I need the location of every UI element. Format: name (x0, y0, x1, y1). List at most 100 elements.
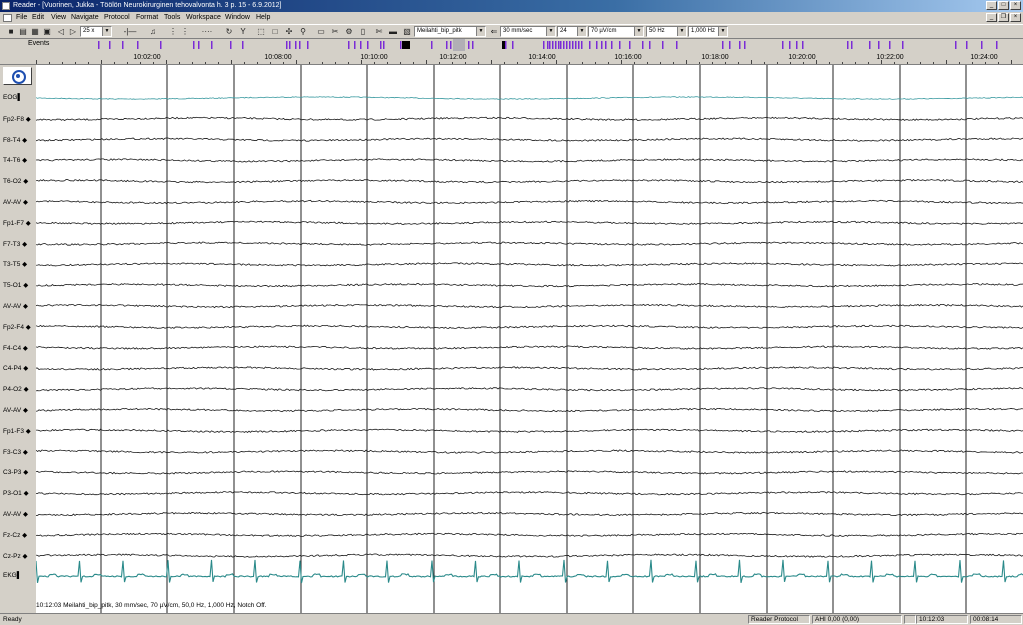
event-marker[interactable] (360, 41, 362, 49)
event-marker[interactable] (160, 41, 162, 49)
event-marker[interactable] (547, 41, 549, 49)
event-marker[interactable] (348, 41, 350, 49)
event-marker[interactable] (543, 41, 545, 49)
menu-file[interactable]: File (16, 12, 27, 24)
event-marker[interactable] (902, 41, 904, 49)
event-marker[interactable] (407, 41, 410, 49)
event-marker[interactable] (383, 41, 385, 49)
event-marker[interactable] (581, 41, 583, 49)
channel-label[interactable]: C3-P3 ◆ (3, 468, 28, 476)
previous-page-icon[interactable]: ◁ (56, 27, 66, 37)
close-button[interactable]: × (1010, 1, 1021, 10)
event-marker[interactable] (619, 41, 621, 49)
event-marker[interactable] (796, 41, 798, 49)
event-selection-marker[interactable] (453, 39, 465, 51)
channel-label[interactable]: EKG▌ (3, 572, 21, 579)
channel-label[interactable]: AV-AV ◆ (3, 198, 28, 206)
event-marker[interactable] (649, 41, 651, 49)
channel-label[interactable]: Fp1-F7 ◆ (3, 219, 31, 227)
rectangle-icon[interactable]: □ (270, 27, 280, 37)
copy-icon[interactable]: ▣ (42, 27, 52, 37)
montage-select[interactable]: Meilahti_bip_pitk ▼ (414, 26, 486, 37)
print-preview-icon[interactable]: ▦ (30, 27, 40, 37)
next-page-icon[interactable]: ▷ (68, 27, 78, 37)
event-marker[interactable] (299, 41, 301, 49)
event-marker[interactable] (193, 41, 195, 49)
minimize-button[interactable]: _ (986, 1, 997, 10)
event-marker[interactable] (611, 41, 613, 49)
cut-icon[interactable]: ✄ (374, 27, 384, 37)
event-marker[interactable] (878, 41, 880, 49)
sensitivity-select[interactable]: 70 µV/cm ▼ (588, 26, 644, 37)
event-marker[interactable] (552, 41, 554, 49)
montage-navigator-button[interactable] (3, 67, 32, 85)
event-marker[interactable] (596, 41, 598, 49)
menu-protocol[interactable]: Protocol (104, 12, 130, 24)
event-marker[interactable] (198, 41, 200, 49)
channel-label[interactable]: F4-C4 ◆ (3, 344, 28, 352)
event-marker[interactable] (555, 41, 557, 49)
event-marker[interactable] (662, 41, 664, 49)
menu-navigate[interactable]: Navigate (71, 12, 99, 24)
menu-view[interactable]: View (51, 12, 66, 24)
event-marker[interactable] (230, 41, 232, 49)
event-marker[interactable] (981, 41, 983, 49)
menu-workspace[interactable]: Workspace (186, 12, 221, 24)
event-marker[interactable] (122, 41, 124, 49)
channel-label[interactable]: Cz-Pz ◆ (3, 552, 28, 560)
document-icon[interactable]: ▯ (358, 27, 368, 37)
channel-label[interactable]: AV-AV ◆ (3, 510, 28, 518)
dots-icon[interactable]: ···· (194, 27, 220, 37)
event-marker[interactable] (955, 41, 957, 49)
menu-help[interactable]: Help (256, 12, 270, 24)
event-marker[interactable] (572, 41, 574, 49)
event-marker[interactable] (289, 41, 291, 49)
undo-icon[interactable]: ↻ (224, 27, 234, 37)
document-icon[interactable] (3, 14, 12, 22)
menu-edit[interactable]: Edit (32, 12, 44, 24)
lowpass-select[interactable]: 50 Hz ▼ (646, 26, 687, 37)
tools-icon[interactable]: ✂ (330, 27, 340, 37)
arrow-left-icon[interactable]: ⇐ (489, 27, 499, 37)
channel-label[interactable]: AV-AV ◆ (3, 302, 28, 310)
save-icon[interactable]: ■ (6, 27, 16, 37)
event-marker[interactable] (739, 41, 741, 49)
speed-select[interactable]: 30 mm/sec ▼ (500, 26, 556, 37)
clipboard-icon[interactable]: ▭ (316, 27, 326, 37)
event-marker[interactable] (566, 41, 568, 49)
channel-label[interactable]: AV-AV ◆ (3, 406, 28, 414)
event-marker[interactable] (729, 41, 731, 49)
event-marker[interactable] (569, 41, 571, 49)
event-marker[interactable] (847, 41, 849, 49)
eeg-traces[interactable] (36, 65, 1023, 613)
channel-label[interactable]: T4-T6 ◆ (3, 156, 27, 164)
event-marker[interactable] (431, 41, 433, 49)
event-marker[interactable] (563, 41, 565, 49)
event-marker[interactable] (642, 41, 644, 49)
channel-label[interactable]: F3-C3 ◆ (3, 448, 28, 456)
event-marker[interactable] (722, 41, 724, 49)
event-marker[interactable] (307, 41, 309, 49)
event-marker[interactable] (869, 41, 871, 49)
channel-label[interactable]: F7-T3 ◆ (3, 240, 27, 248)
print-icon[interactable]: ▤ (18, 27, 28, 37)
filter-icon[interactable]: Y (238, 27, 248, 37)
event-marker[interactable] (575, 41, 577, 49)
event-marker[interactable] (402, 41, 405, 49)
event-marker[interactable] (137, 41, 139, 49)
event-marker[interactable] (512, 41, 514, 49)
music-note-icon[interactable]: ♫ (148, 27, 158, 37)
montage-icon[interactable]: ▧ (402, 27, 412, 37)
event-marker[interactable] (400, 41, 402, 49)
event-marker[interactable] (789, 41, 791, 49)
channel-label[interactable]: C4-P4 ◆ (3, 364, 28, 372)
event-marker[interactable] (629, 41, 631, 49)
crosshair-icon[interactable]: ✣ (284, 27, 294, 37)
event-marker[interactable] (98, 41, 100, 49)
event-marker[interactable] (109, 41, 111, 49)
settings-icon[interactable]: ⚙ (344, 27, 354, 37)
channel-label[interactable]: T6-O2 ◆ (3, 177, 28, 185)
zoom-icon[interactable]: ⚲ (298, 27, 308, 37)
page-zoom-select[interactable]: 25 x ▼ (80, 26, 112, 37)
channel-label[interactable]: T5-O1 ◆ (3, 281, 28, 289)
